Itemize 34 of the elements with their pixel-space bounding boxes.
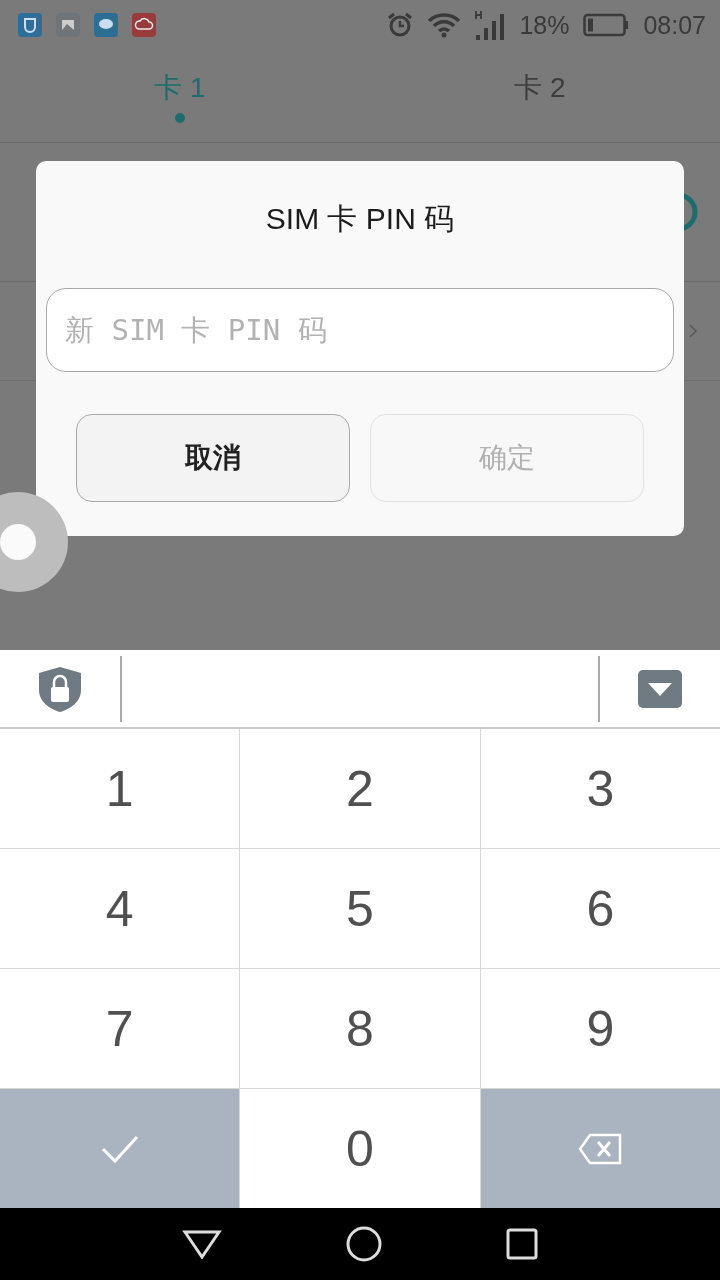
backspace-icon	[578, 1132, 623, 1165]
wifi-icon	[427, 12, 462, 38]
cloud-alert-icon	[132, 13, 156, 37]
key-button[interactable]: 7	[0, 969, 240, 1088]
key-button[interactable]: 5	[240, 849, 480, 968]
key-button[interactable]: 0	[240, 1089, 480, 1208]
recents-button[interactable]	[506, 1228, 538, 1260]
checkmark-icon	[100, 1133, 139, 1164]
chat-icon	[94, 13, 118, 37]
dialog-title: SIM 卡 PIN 码	[265, 201, 455, 237]
secure-shield-icon	[38, 665, 82, 712]
back-button[interactable]	[182, 1229, 222, 1259]
battery-icon	[583, 13, 630, 37]
key-button[interactable]: 8	[240, 969, 480, 1088]
square-icon	[506, 1228, 538, 1260]
image-icon	[56, 13, 80, 37]
signal-icon	[475, 10, 506, 40]
key-button[interactable]: 1	[0, 729, 240, 848]
clock: 08:07	[643, 10, 706, 40]
chevron-icon	[688, 323, 698, 339]
key-button[interactable]: 9	[480, 969, 720, 1088]
home-circle-icon	[346, 1226, 382, 1262]
home-button[interactable]	[346, 1226, 382, 1262]
key-button[interactable]: 3	[480, 729, 720, 848]
hide-keyboard-icon[interactable]	[638, 669, 682, 708]
battery-percent: 18%	[519, 10, 570, 40]
dialog-button[interactable]: 取消	[76, 414, 350, 502]
key-button[interactable]: 2	[240, 729, 480, 848]
back-triangle-icon	[182, 1229, 222, 1259]
key-button[interactable]: 6	[480, 849, 720, 968]
alarm-icon	[387, 12, 414, 38]
key-button[interactable]: 4	[0, 849, 240, 968]
app-icon	[18, 13, 42, 37]
pin-input-field[interactable]: 新 SIM 卡 PIN 码	[46, 288, 674, 372]
